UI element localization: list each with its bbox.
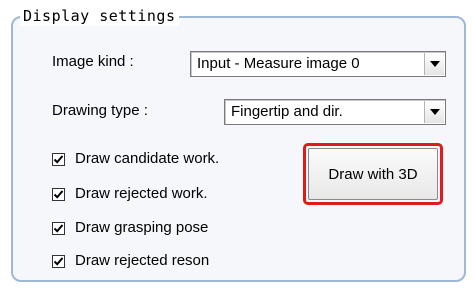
checkbox-box[interactable]	[52, 221, 65, 235]
checkmark-icon	[53, 223, 64, 233]
draw-with-3d-highlight: Draw with 3D	[303, 143, 443, 205]
image-kind-dropdown-button[interactable]	[424, 53, 444, 75]
chevron-down-icon	[429, 109, 440, 115]
drawing-type-dropdown-button[interactable]	[424, 101, 444, 123]
image-kind-value: Input - Measure image 0	[197, 55, 360, 72]
draw-grasping-pose-checkbox[interactable]: Draw grasping pose	[52, 218, 208, 238]
checkbox-label: Draw candidate work.	[75, 150, 220, 167]
checkbox-label: Draw rejected reson	[75, 252, 210, 269]
display-settings-title: Display settings	[20, 6, 179, 26]
drawing-type-select[interactable]: Fingertip and dir.	[224, 99, 446, 125]
image-kind-label: Image kind :	[52, 53, 134, 70]
drawing-type-label: Drawing type :	[52, 102, 148, 119]
checkbox-box[interactable]	[52, 187, 65, 201]
draw-candidate-work-checkbox[interactable]: Draw candidate work.	[52, 149, 219, 169]
checkbox-box[interactable]	[52, 254, 65, 268]
checkmark-icon	[53, 256, 64, 266]
image-kind-select[interactable]: Input - Measure image 0	[190, 51, 446, 77]
checkbox-box[interactable]	[52, 152, 65, 166]
checkbox-label: Draw rejected work.	[75, 185, 208, 202]
draw-with-3d-button[interactable]: Draw with 3D	[308, 148, 438, 200]
draw-rejected-work-checkbox[interactable]: Draw rejected work.	[52, 184, 208, 204]
checkbox-label: Draw grasping pose	[75, 219, 209, 236]
checkmark-icon	[53, 189, 64, 199]
checkmark-icon	[53, 154, 64, 164]
draw-rejected-reson-checkbox[interactable]: Draw rejected reson	[52, 251, 209, 271]
drawing-type-value: Fingertip and dir.	[231, 103, 343, 120]
chevron-down-icon	[429, 61, 440, 67]
